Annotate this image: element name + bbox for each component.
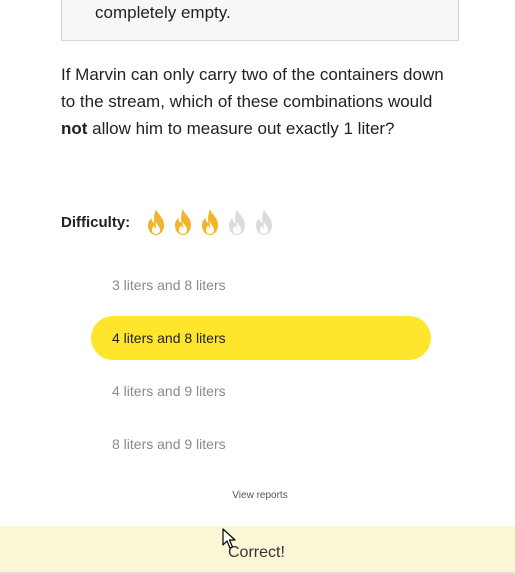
difficulty-flames [144,208,279,236]
flame-icon [229,209,246,235]
previous-explanation-box: completely empty. [61,0,459,41]
feedback-bar: Correct! [0,526,515,574]
view-reports-link[interactable]: View reports [0,490,515,501]
question-text: If Marvin can only carry two of the cont… [61,61,461,142]
answer-choice-2[interactable]: 4 liters and 8 liters [91,316,431,360]
difficulty-label: Difficulty: [61,213,131,231]
previous-explanation-text: completely empty. [95,3,231,22]
difficulty-rating: Difficulty: [61,204,279,240]
answer-choice-label: 8 liters and 9 liters [112,436,226,452]
answer-choice-label: 4 liters and 9 liters [112,383,226,399]
question-text-part2: allow him to measure out exactly 1 liter… [87,119,395,138]
answer-choice-label: 3 liters and 8 liters [112,277,226,293]
question-text-part1: If Marvin can only carry two of the cont… [61,65,444,111]
answer-choice-1[interactable]: 3 liters and 8 liters [91,263,431,307]
flame-icon [175,209,192,235]
answer-choice-4[interactable]: 8 liters and 9 liters [91,422,431,466]
flame-icon [202,209,219,235]
mouse-cursor-icon [222,528,236,549]
question-emphasis: not [61,119,88,138]
answer-choice-label: 4 liters and 8 liters [112,330,226,346]
flame-icon [148,209,165,235]
flame-icon [256,209,273,235]
answer-choice-3[interactable]: 4 liters and 9 liters [91,369,431,413]
feedback-text: Correct! [228,544,285,561]
